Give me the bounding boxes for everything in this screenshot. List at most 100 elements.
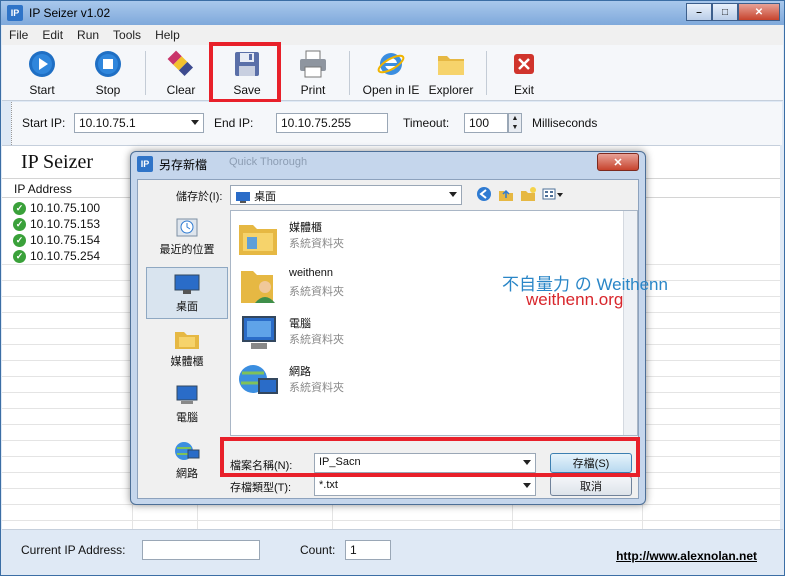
up-folder-icon[interactable] xyxy=(498,186,514,202)
start-ip-value: 10.10.75.1 xyxy=(79,116,136,130)
start-button[interactable]: Start xyxy=(10,49,74,97)
filetype-value: *.txt xyxy=(319,479,338,491)
chevron-down-icon xyxy=(449,192,457,197)
file-type: 系統資料夾 xyxy=(289,382,344,394)
new-folder-icon[interactable] xyxy=(520,186,536,202)
file-list: 媒體櫃 系統資料夾 weithenn 系統資料夾 電腦 系統資料夾 網路 系統資… xyxy=(230,210,638,436)
dialog-title: 另存新檔 xyxy=(159,157,208,172)
computer-icon xyxy=(242,316,276,349)
view-menu-icon[interactable] xyxy=(542,186,564,202)
timeout-spinner[interactable]: ▲ ▼ xyxy=(508,113,522,133)
ip-address: 10.10.75.254 xyxy=(30,249,101,263)
app-icon: IP xyxy=(137,156,153,172)
ip-address: 10.10.75.154 xyxy=(30,233,101,247)
desktop-icon xyxy=(174,274,200,294)
end-ip-field[interactable]: 10.10.75.255 xyxy=(276,113,388,133)
print-button[interactable]: Print xyxy=(281,49,345,97)
title-bar[interactable]: IP IP Seizer v1.02 – □ ✕ xyxy=(1,1,784,25)
status-bar: Current IP Address: Count: 1 http://www.… xyxy=(2,529,783,575)
count-value: 1 xyxy=(350,543,357,557)
libraries-icon xyxy=(175,332,199,349)
stop-button[interactable]: Stop xyxy=(76,49,140,97)
list-item[interactable]: ✓ 10.10.75.154 xyxy=(13,232,100,248)
menu-file[interactable]: File xyxy=(2,28,35,42)
start-ip-dropdown[interactable]: 10.10.75.1 xyxy=(74,113,204,133)
minimize-button[interactable]: – xyxy=(686,3,712,21)
list-item[interactable]: ✓ 10.10.75.153 xyxy=(13,216,100,232)
chevron-down-icon xyxy=(523,483,531,488)
dialog-close-button[interactable]: ✕ xyxy=(597,153,639,171)
menu-tools[interactable]: Tools xyxy=(106,28,148,42)
milliseconds-label: Milliseconds xyxy=(532,116,598,130)
open-in-ie-button[interactable]: Open in IE xyxy=(354,49,428,97)
place-network[interactable]: 網路 xyxy=(146,435,228,487)
timeout-label: Timeout: xyxy=(403,116,450,130)
menu-edit[interactable]: Edit xyxy=(35,28,70,42)
end-ip-value: 10.10.75.255 xyxy=(281,116,352,130)
file-name: weithenn xyxy=(289,267,334,279)
dialog-title-bar[interactable]: IP 另存新檔 Quick Thorough ✕ xyxy=(131,152,645,176)
places-bar: 最近的位置 桌面 媒體櫃 電腦 網路 xyxy=(146,211,228,493)
stop-icon xyxy=(93,49,123,79)
maximize-button[interactable]: □ xyxy=(712,3,738,21)
count-field: 1 xyxy=(345,540,391,560)
place-recent[interactable]: 最近的位置 xyxy=(146,211,228,263)
filetype-dropdown[interactable]: *.txt xyxy=(314,476,536,496)
network-icon xyxy=(175,442,200,460)
open-in-ie-label: Open in IE xyxy=(362,83,420,97)
save-in-label: 儲存於(I): xyxy=(176,191,223,203)
place-desktop[interactable]: 桌面 xyxy=(146,267,228,319)
window-title: IP Seizer v1.02 xyxy=(29,6,111,20)
spin-down-icon[interactable]: ▼ xyxy=(509,123,521,132)
cancel-button-label: 取消 xyxy=(580,481,602,493)
libraries-folder-icon xyxy=(239,225,277,255)
file-item-user[interactable]: weithenn 系統資料夾 xyxy=(237,263,537,307)
file-name: 網路 xyxy=(289,366,311,378)
explorer-label: Explorer xyxy=(428,83,474,97)
close-button[interactable]: ✕ xyxy=(738,3,780,21)
file-type: 系統資料夾 xyxy=(289,334,344,346)
check-icon: ✓ xyxy=(13,201,26,215)
print-label: Print xyxy=(300,83,326,97)
end-ip-label: End IP: xyxy=(214,116,254,130)
internet-explorer-icon xyxy=(376,49,406,79)
ip-address: 10.10.75.100 xyxy=(30,201,101,215)
list-item[interactable]: ✓ 10.10.75.100 xyxy=(13,200,100,216)
back-icon[interactable] xyxy=(476,186,492,202)
file-item-libraries[interactable]: 媒體櫃 系統資料夾 xyxy=(237,215,537,259)
file-name: 媒體櫃 xyxy=(289,222,322,234)
ip-range-bar: Start IP: 10.10.75.1 End IP: 10.10.75.25… xyxy=(11,102,782,145)
place-libraries[interactable]: 媒體櫃 xyxy=(146,323,228,375)
place-label: 最近的位置 xyxy=(159,244,215,256)
background-text: Quick Thorough xyxy=(229,156,308,168)
network-icon xyxy=(239,365,278,394)
spin-up-icon[interactable]: ▲ xyxy=(509,114,521,123)
ip-address-column-header[interactable]: IP Address xyxy=(14,182,72,196)
check-icon: ✓ xyxy=(13,249,26,263)
cancel-button[interactable]: 取消 xyxy=(550,476,632,496)
website-link[interactable]: http://www.alexnolan.net xyxy=(616,549,757,563)
explorer-button[interactable]: Explorer xyxy=(423,49,479,97)
save-highlight-box xyxy=(209,42,281,103)
menu-run[interactable]: Run xyxy=(70,28,106,42)
save-in-dropdown[interactable]: 桌面 xyxy=(230,185,462,205)
clear-label: Clear xyxy=(166,83,196,97)
exit-button[interactable]: Exit xyxy=(492,49,556,97)
place-label: 電腦 xyxy=(176,412,198,424)
clear-button[interactable]: Clear xyxy=(149,49,213,97)
chevron-down-icon xyxy=(191,120,199,125)
timeout-value: 100 xyxy=(469,116,490,130)
timeout-field[interactable]: 100 xyxy=(464,113,508,133)
play-icon xyxy=(27,49,57,79)
check-icon: ✓ xyxy=(13,233,26,247)
place-computer[interactable]: 電腦 xyxy=(146,379,228,431)
file-name: 電腦 xyxy=(289,318,311,330)
list-item[interactable]: ✓ 10.10.75.254 xyxy=(13,248,100,264)
current-ip-field xyxy=(142,540,260,560)
filename-highlight-box xyxy=(220,437,640,477)
printer-icon xyxy=(298,49,328,79)
file-item-computer[interactable]: 電腦 系統資料夾 xyxy=(237,311,537,355)
file-item-network[interactable]: 網路 系統資料夾 xyxy=(237,359,537,403)
menu-help[interactable]: Help xyxy=(148,28,187,42)
scrollbar[interactable] xyxy=(623,211,637,435)
